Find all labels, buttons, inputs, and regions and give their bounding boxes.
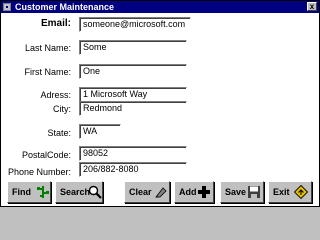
last-name-field[interactable]: Some xyxy=(79,40,187,55)
app-icon[interactable] xyxy=(3,3,11,11)
exit-button-label: Exit xyxy=(273,187,290,197)
plus-icon xyxy=(198,186,210,198)
email-label: Email: xyxy=(40,18,71,29)
city-field[interactable]: Redmond xyxy=(79,101,187,116)
save-button-label: Save xyxy=(225,187,247,197)
add-button[interactable]: Add xyxy=(174,181,214,203)
city-label: City: xyxy=(53,104,71,114)
customer-maintenance-window: Customer Maintenance x Email: someone@mi… xyxy=(0,0,320,207)
address-field[interactable]: 1 Microsoft Way xyxy=(79,87,187,102)
postal-code-field[interactable]: 98052 xyxy=(79,146,187,161)
floppy-disk-icon xyxy=(248,186,260,198)
save-button[interactable]: Save xyxy=(220,181,264,203)
search-button-label: Search xyxy=(60,187,91,197)
find-button-label: Find xyxy=(12,187,31,197)
postal-code-label: PostalCode: xyxy=(21,150,71,160)
first-name-label: First Name: xyxy=(24,67,71,77)
state-field[interactable]: WA xyxy=(79,124,121,139)
title-bar: Customer Maintenance x xyxy=(1,1,319,13)
add-button-label: Add xyxy=(179,187,197,197)
first-name-field[interactable]: One xyxy=(79,64,187,79)
eraser-icon xyxy=(155,187,167,198)
search-button[interactable]: Search xyxy=(55,181,103,203)
email-field[interactable]: someone@microsoft.com xyxy=(79,17,191,32)
phone-number-label: Phone Number: xyxy=(7,167,71,177)
address-label: Adress: xyxy=(40,90,71,100)
magnifier-icon xyxy=(88,185,102,199)
last-name-label: Last Name: xyxy=(24,43,71,53)
state-label: State: xyxy=(47,128,71,138)
tree-icon xyxy=(37,186,49,198)
exit-button[interactable]: Exit xyxy=(268,181,312,203)
exit-sign-icon xyxy=(294,185,308,199)
clear-button[interactable]: Clear xyxy=(124,181,170,203)
window-title: Customer Maintenance xyxy=(15,2,115,12)
find-button[interactable]: Find xyxy=(7,181,51,203)
close-button[interactable]: x xyxy=(307,2,317,11)
phone-number-field[interactable]: 206/882-8080 xyxy=(79,162,187,177)
clear-button-label: Clear xyxy=(129,187,152,197)
